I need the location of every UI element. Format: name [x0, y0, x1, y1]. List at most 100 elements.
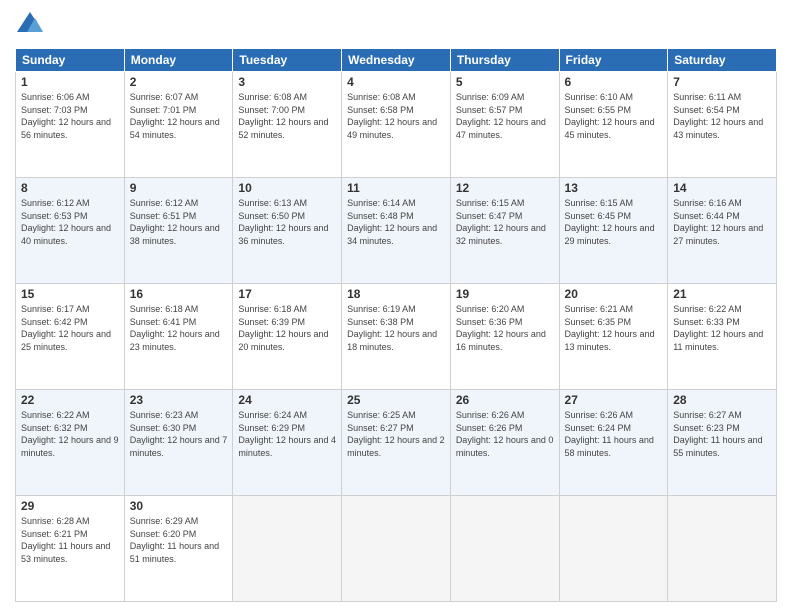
calendar-day-cell: 5 Sunrise: 6:09 AMSunset: 6:57 PMDaylight… [450, 72, 559, 178]
day-number: 11 [347, 181, 445, 195]
day-info: Sunrise: 6:26 AMSunset: 6:26 PMDaylight:… [456, 409, 554, 459]
day-info: Sunrise: 6:26 AMSunset: 6:24 PMDaylight:… [565, 409, 663, 459]
day-info: Sunrise: 6:18 AMSunset: 6:39 PMDaylight:… [238, 303, 336, 353]
day-number: 8 [21, 181, 119, 195]
day-number: 7 [673, 75, 771, 89]
calendar-day-cell: 18 Sunrise: 6:19 AMSunset: 6:38 PMDayligh… [342, 284, 451, 390]
calendar-week-row: 22Sunrise: 6:22 AMSunset: 6:32 PMDayligh… [16, 390, 777, 496]
calendar-day-cell [233, 496, 342, 602]
day-info: Sunrise: 6:25 AMSunset: 6:27 PMDaylight:… [347, 409, 445, 459]
day-number: 15 [21, 287, 119, 301]
calendar-day-cell: 26 Sunrise: 6:26 AMSunset: 6:26 PMDayligh… [450, 390, 559, 496]
day-info: Sunrise: 6:13 AMSunset: 6:50 PMDaylight:… [238, 197, 336, 247]
calendar-day-cell: 22Sunrise: 6:22 AMSunset: 6:32 PMDayligh… [16, 390, 125, 496]
header [15, 10, 777, 40]
calendar-day-cell: 29 Sunrise: 6:28 AMSunset: 6:21 PMDayligh… [16, 496, 125, 602]
calendar-day-cell: 23 Sunrise: 6:23 AMSunset: 6:30 PMDayligh… [124, 390, 233, 496]
calendar-table: SundayMondayTuesdayWednesdayThursdayFrid… [15, 48, 777, 602]
day-info: Sunrise: 6:08 AMSunset: 7:00 PMDaylight:… [238, 91, 336, 141]
day-number: 28 [673, 393, 771, 407]
day-info: Sunrise: 6:08 AMSunset: 6:58 PMDaylight:… [347, 91, 445, 141]
day-info: Sunrise: 6:12 AMSunset: 6:53 PMDaylight:… [21, 197, 119, 247]
day-info: Sunrise: 6:09 AMSunset: 6:57 PMDaylight:… [456, 91, 554, 141]
calendar-week-row: 29 Sunrise: 6:28 AMSunset: 6:21 PMDayligh… [16, 496, 777, 602]
day-info: Sunrise: 6:06 AMSunset: 7:03 PMDaylight:… [21, 91, 119, 141]
weekday-header: Friday [559, 49, 668, 72]
day-number: 24 [238, 393, 336, 407]
calendar-day-cell: 24Sunrise: 6:24 AMSunset: 6:29 PMDayligh… [233, 390, 342, 496]
weekday-header: Thursday [450, 49, 559, 72]
logo [15, 10, 49, 40]
calendar-day-cell: 15 Sunrise: 6:17 AMSunset: 6:42 PMDayligh… [16, 284, 125, 390]
day-number: 21 [673, 287, 771, 301]
calendar-day-cell: 20 Sunrise: 6:21 AMSunset: 6:35 PMDayligh… [559, 284, 668, 390]
calendar-day-cell: 8 Sunrise: 6:12 AMSunset: 6:53 PMDaylight… [16, 178, 125, 284]
calendar-day-cell: 17 Sunrise: 6:18 AMSunset: 6:39 PMDayligh… [233, 284, 342, 390]
day-info: Sunrise: 6:11 AMSunset: 6:54 PMDaylight:… [673, 91, 771, 141]
calendar-day-cell: 11 Sunrise: 6:14 AMSunset: 6:48 PMDayligh… [342, 178, 451, 284]
day-info: Sunrise: 6:15 AMSunset: 6:45 PMDaylight:… [565, 197, 663, 247]
day-number: 26 [456, 393, 554, 407]
day-number: 16 [130, 287, 228, 301]
day-number: 12 [456, 181, 554, 195]
weekday-header: Sunday [16, 49, 125, 72]
day-info: Sunrise: 6:19 AMSunset: 6:38 PMDaylight:… [347, 303, 445, 353]
calendar-week-row: 15 Sunrise: 6:17 AMSunset: 6:42 PMDayligh… [16, 284, 777, 390]
day-number: 20 [565, 287, 663, 301]
calendar-day-cell: 21Sunrise: 6:22 AMSunset: 6:33 PMDayligh… [668, 284, 777, 390]
day-info: Sunrise: 6:22 AMSunset: 6:32 PMDaylight:… [21, 409, 119, 459]
day-info: Sunrise: 6:16 AMSunset: 6:44 PMDaylight:… [673, 197, 771, 247]
day-number: 10 [238, 181, 336, 195]
day-number: 14 [673, 181, 771, 195]
day-number: 6 [565, 75, 663, 89]
day-number: 9 [130, 181, 228, 195]
calendar-day-cell [668, 496, 777, 602]
calendar-day-cell: 25 Sunrise: 6:25 AMSunset: 6:27 PMDayligh… [342, 390, 451, 496]
day-info: Sunrise: 6:07 AMSunset: 7:01 PMDaylight:… [130, 91, 228, 141]
calendar-day-cell: 7 Sunrise: 6:11 AMSunset: 6:54 PMDaylight… [668, 72, 777, 178]
day-info: Sunrise: 6:23 AMSunset: 6:30 PMDaylight:… [130, 409, 228, 459]
day-number: 3 [238, 75, 336, 89]
day-info: Sunrise: 6:14 AMSunset: 6:48 PMDaylight:… [347, 197, 445, 247]
day-number: 2 [130, 75, 228, 89]
day-number: 4 [347, 75, 445, 89]
day-number: 1 [21, 75, 119, 89]
day-number: 23 [130, 393, 228, 407]
day-number: 5 [456, 75, 554, 89]
day-number: 25 [347, 393, 445, 407]
day-info: Sunrise: 6:17 AMSunset: 6:42 PMDaylight:… [21, 303, 119, 353]
calendar-week-row: 8 Sunrise: 6:12 AMSunset: 6:53 PMDaylight… [16, 178, 777, 284]
calendar-day-cell: 6 Sunrise: 6:10 AMSunset: 6:55 PMDaylight… [559, 72, 668, 178]
calendar-day-cell: 28 Sunrise: 6:27 AMSunset: 6:23 PMDayligh… [668, 390, 777, 496]
calendar-day-cell: 1 Sunrise: 6:06 AMSunset: 7:03 PMDaylight… [16, 72, 125, 178]
day-number: 17 [238, 287, 336, 301]
day-number: 27 [565, 393, 663, 407]
calendar-day-cell: 3 Sunrise: 6:08 AMSunset: 7:00 PMDaylight… [233, 72, 342, 178]
day-info: Sunrise: 6:20 AMSunset: 6:36 PMDaylight:… [456, 303, 554, 353]
calendar-day-cell [559, 496, 668, 602]
day-number: 18 [347, 287, 445, 301]
calendar-day-cell: 12 Sunrise: 6:15 AMSunset: 6:47 PMDayligh… [450, 178, 559, 284]
weekday-header: Saturday [668, 49, 777, 72]
day-number: 19 [456, 287, 554, 301]
day-number: 29 [21, 499, 119, 513]
day-info: Sunrise: 6:21 AMSunset: 6:35 PMDaylight:… [565, 303, 663, 353]
calendar-day-cell: 13 Sunrise: 6:15 AMSunset: 6:45 PMDayligh… [559, 178, 668, 284]
calendar-header-row: SundayMondayTuesdayWednesdayThursdayFrid… [16, 49, 777, 72]
calendar-day-cell: 19 Sunrise: 6:20 AMSunset: 6:36 PMDayligh… [450, 284, 559, 390]
day-number: 13 [565, 181, 663, 195]
day-info: Sunrise: 6:12 AMSunset: 6:51 PMDaylight:… [130, 197, 228, 247]
logo-icon [15, 10, 45, 40]
calendar-day-cell: 14 Sunrise: 6:16 AMSunset: 6:44 PMDayligh… [668, 178, 777, 284]
calendar-week-row: 1 Sunrise: 6:06 AMSunset: 7:03 PMDaylight… [16, 72, 777, 178]
calendar-day-cell [450, 496, 559, 602]
day-info: Sunrise: 6:10 AMSunset: 6:55 PMDaylight:… [565, 91, 663, 141]
day-info: Sunrise: 6:27 AMSunset: 6:23 PMDaylight:… [673, 409, 771, 459]
day-info: Sunrise: 6:15 AMSunset: 6:47 PMDaylight:… [456, 197, 554, 247]
day-info: Sunrise: 6:28 AMSunset: 6:21 PMDaylight:… [21, 515, 119, 565]
weekday-header: Monday [124, 49, 233, 72]
calendar-day-cell: 30Sunrise: 6:29 AMSunset: 6:20 PMDayligh… [124, 496, 233, 602]
calendar-day-cell: 9 Sunrise: 6:12 AMSunset: 6:51 PMDaylight… [124, 178, 233, 284]
weekday-header: Wednesday [342, 49, 451, 72]
day-info: Sunrise: 6:18 AMSunset: 6:41 PMDaylight:… [130, 303, 228, 353]
